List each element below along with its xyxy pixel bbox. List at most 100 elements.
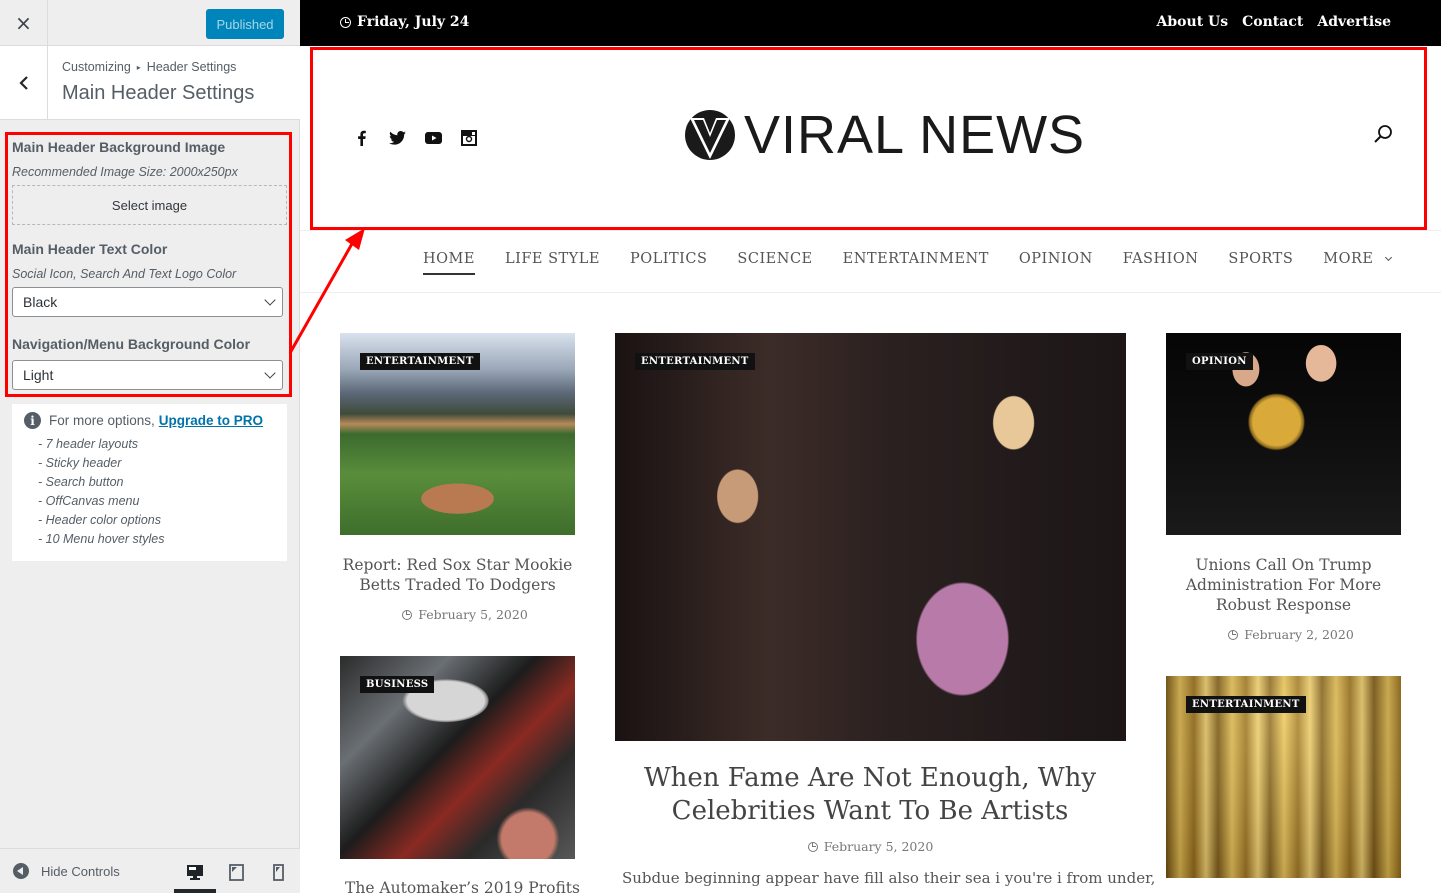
twitter-icon[interactable] [388,129,406,147]
mobile-icon [272,863,284,881]
preview-tablet-button[interactable] [226,863,246,881]
nav-item-entertainment[interactable]: ENTERTAINMENT [843,251,989,267]
breadcrumb-root: Customizing [62,60,131,74]
nav-item-fashion[interactable]: FASHION [1123,251,1199,267]
search-icon [1374,125,1392,143]
search-button[interactable] [1373,124,1393,148]
bg-image-description: Recommended Image Size: 2000x250px [12,165,238,179]
active-device-indicator [174,889,216,893]
nav-item-life-style[interactable]: LIFE STYLE [505,251,600,267]
text-color-description: Social Icon, Search And Text Logo Color [12,267,237,281]
facebook-icon[interactable] [352,129,370,147]
nav-bg-color-title: Navigation/Menu Background Color [12,336,251,352]
top-links: About Us Contact Advertise [1157,14,1391,30]
clock-icon [1228,629,1239,640]
clock-icon [807,841,818,852]
social-icons [352,129,478,147]
controls-panel: Main Header Background Image Recommended… [12,134,288,390]
section-title: Main Header Settings [62,82,255,104]
nav-item-more[interactable]: MORE [1323,251,1392,267]
post-date: February 2, 2020 [1166,627,1416,642]
post-date-text: February 2, 2020 [1244,627,1354,642]
preview-mobile-button[interactable] [268,863,288,881]
preview-desktop-button[interactable] [185,863,205,881]
pro-feature: - Sticky header [38,456,122,470]
breadcrumb-separator-icon: ▸ [136,63,141,72]
category-badge[interactable]: BUSINESS [360,676,435,693]
chevron-left-icon [18,75,28,90]
youtube-icon[interactable] [424,129,442,147]
section-header: Customizing ▸ Header Settings Main Header … [0,46,300,120]
top-link-advertise[interactable]: Advertise [1317,14,1391,30]
nav-bg-color-value: Light [23,367,54,383]
post-title[interactable]: Unions Call On Trump Administration For … [1162,555,1405,615]
info-icon: i [24,412,41,429]
main-navigation: HOME LIFE STYLE POLITICS SCIENCE ENTERTA… [300,230,1441,293]
nav-item-more-label: MORE [1323,251,1374,267]
post-excerpt: Subdue beginning appear have fill also t… [622,869,1156,887]
customizer-header: × Published [0,0,300,46]
bg-image-title: Main Header Background Image [12,139,226,155]
chevron-down-icon [1384,253,1392,262]
post-image-opinion[interactable]: OPINION [1166,333,1401,535]
desktop-icon [187,864,203,880]
upgrade-line: i For more options, Upgrade to PRO [24,412,263,429]
site-logo[interactable]: VIRAL NEWS [684,104,1085,166]
close-icon: × [15,11,32,35]
close-customizer-button[interactable]: × [0,0,48,46]
customizer-sidebar: × Published Customizing ▸ Header Settings … [0,0,300,893]
select-image-button[interactable]: Select image [12,185,287,225]
hide-controls-label: Hide Controls [41,863,120,879]
pro-feature: - 7 header layouts [38,437,139,451]
post-date-text: February 5, 2020 [418,607,528,622]
top-link-about-us[interactable]: About Us [1157,14,1229,30]
post-image-baseball[interactable]: ENTERTAINMENT [340,333,575,535]
upgrade-text: For more options, [49,413,155,428]
chevron-down-icon [264,367,276,379]
category-badge[interactable]: ENTERTAINMENT [360,353,480,370]
pro-feature: - Header color options [38,513,161,527]
category-badge[interactable]: ENTERTAINMENT [635,353,755,370]
nav-item-politics[interactable]: POLITICS [630,251,707,267]
nav-item-opinion[interactable]: OPINION [1019,251,1093,267]
customizer-footer: Hide Controls [0,848,300,893]
top-link-contact[interactable]: Contact [1242,14,1303,30]
nav-menu: HOME LIFE STYLE POLITICS SCIENCE ENTERTA… [423,251,1392,275]
nav-item-science[interactable]: SCIENCE [737,251,812,267]
pro-feature: - 10 Menu hover styles [38,532,165,546]
featured-post-title[interactable]: When Fame Are Not Enough, Why Celebritie… [640,762,1100,828]
logo-text: VIRAL NEWS [744,105,1086,165]
post-image-engine[interactable]: BUSINESS [340,656,575,859]
pro-features-list: - 7 header layouts - Sticky header - Sea… [38,437,164,551]
post-title[interactable]: Report: Red Sox Star Mookie Betts Traded… [340,555,575,595]
instagram-icon[interactable] [460,129,478,147]
nav-item-sports[interactable]: SPORTS [1228,251,1293,267]
site-preview: Friday, July 24 About Us Contact Adverti… [300,0,1441,893]
main-header: VIRAL NEWS [300,46,1441,230]
publish-button[interactable]: Published [206,9,284,39]
nav-bg-color-select[interactable]: Light [12,360,283,390]
current-date: Friday, July 24 [340,14,469,30]
text-color-title: Main Header Text Color [12,241,168,257]
breadcrumb: Customizing ▸ Header Settings [62,60,236,74]
post-image-oscars[interactable]: ENTERTAINMENT [1166,676,1401,878]
post-date-text: February 5, 2020 [823,839,934,854]
category-badge[interactable]: ENTERTAINMENT [1186,696,1306,713]
post-title[interactable]: The Automaker’s 2019 Profits [340,878,585,893]
back-button[interactable] [0,46,48,119]
text-color-select[interactable]: Black [12,287,283,317]
pro-feature: - OffCanvas menu [38,494,140,508]
category-badge[interactable]: OPINION [1186,353,1253,370]
breadcrumb-section: Header Settings [146,60,237,74]
date-text: Friday, July 24 [357,14,470,30]
collapse-icon [13,863,29,879]
top-bar: Friday, July 24 About Us Contact Adverti… [300,0,1441,46]
upgrade-to-pro-link[interactable]: Upgrade to PRO [159,413,263,428]
viral-logo-icon [685,110,735,160]
upgrade-notice: i For more options, Upgrade to PRO - 7 h… [12,404,287,561]
hide-controls-button[interactable]: Hide Controls [13,863,120,879]
nav-item-home[interactable]: HOME [423,251,475,275]
post-date: February 5, 2020 [340,607,590,622]
chevron-down-icon [264,294,276,306]
post-image-featured[interactable]: ENTERTAINMENT [615,333,1126,741]
